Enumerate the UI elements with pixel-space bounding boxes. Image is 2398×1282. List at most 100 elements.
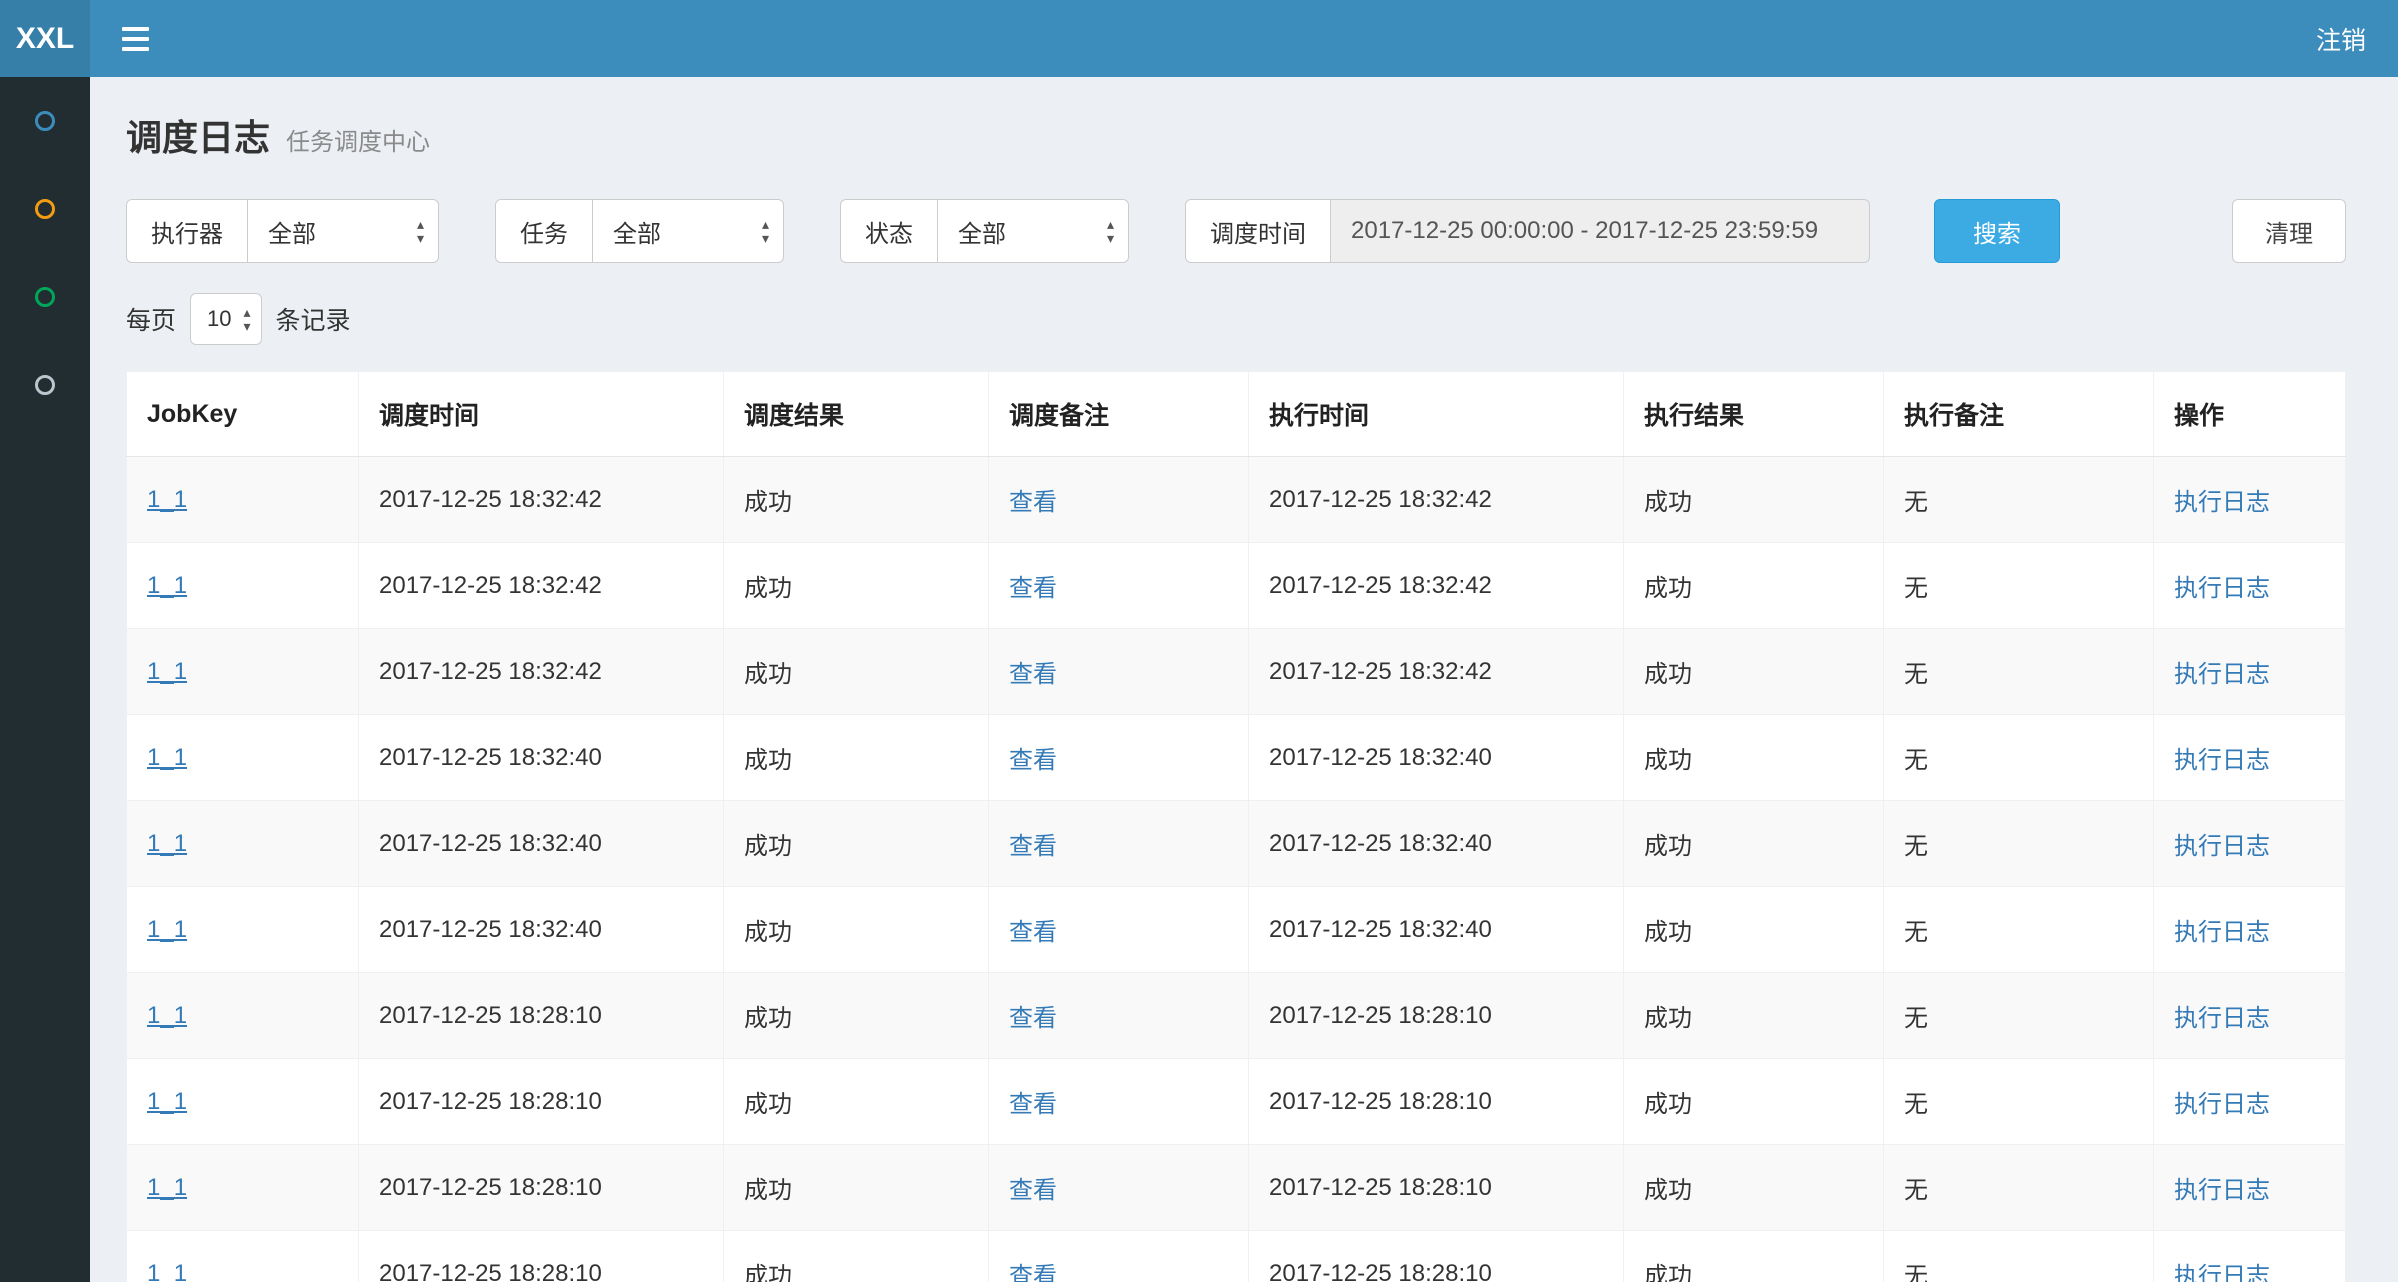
table-row: 1_12017-12-25 18:28:10成功查看2017-12-25 18:… bbox=[127, 973, 2346, 1059]
select-arrows-icon: ▴▾ bbox=[762, 217, 769, 245]
exec-log-link[interactable]: 执行日志 bbox=[2174, 1263, 2270, 1282]
trigger-msg-link-cell: 查看 bbox=[989, 1059, 1249, 1145]
trigger-result-cell: 成功 bbox=[724, 1231, 989, 1282]
job-key-link[interactable]: 1_1 bbox=[147, 572, 187, 599]
trigger-msg-link[interactable]: 查看 bbox=[1009, 919, 1057, 946]
exec-log-link-cell: 执行日志 bbox=[2154, 801, 2346, 887]
job-key-link-cell: 1_1 bbox=[127, 801, 359, 887]
handle-time-cell: 2017-12-25 18:32:40 bbox=[1249, 801, 1624, 887]
trigger-result-cell: 成功 bbox=[724, 457, 989, 543]
trigger-msg-link[interactable]: 查看 bbox=[1009, 747, 1057, 774]
job-key-link-cell: 1_1 bbox=[127, 629, 359, 715]
exec-log-link[interactable]: 执行日志 bbox=[2174, 1091, 2270, 1118]
table-row: 1_12017-12-25 18:28:10成功查看2017-12-25 18:… bbox=[127, 1145, 2346, 1231]
trigger-msg-link-cell: 查看 bbox=[989, 1231, 1249, 1282]
sidebar-item-3[interactable] bbox=[0, 253, 90, 341]
table-row: 1_12017-12-25 18:32:42成功查看2017-12-25 18:… bbox=[127, 629, 2346, 715]
trigger-result-cell: 成功 bbox=[724, 1145, 989, 1231]
handle-result-cell: 成功 bbox=[1624, 715, 1884, 801]
exec-log-link[interactable]: 执行日志 bbox=[2174, 575, 2270, 602]
trigger-msg-link[interactable]: 查看 bbox=[1009, 833, 1057, 860]
job-key-link[interactable]: 1_1 bbox=[147, 658, 187, 685]
select-arrows-icon: ▴▾ bbox=[417, 217, 424, 245]
circle-icon bbox=[35, 199, 55, 219]
exec-log-link[interactable]: 执行日志 bbox=[2174, 489, 2270, 516]
handle-msg-cell: 无 bbox=[1884, 715, 2154, 801]
job-key-link[interactable]: 1_1 bbox=[147, 486, 187, 513]
log-table-head: JobKey 调度时间 调度结果 调度备注 执行时间 执行结果 执行备注 操作 bbox=[127, 372, 2346, 457]
handle-msg-cell: 无 bbox=[1884, 1231, 2154, 1282]
table-header-row: JobKey 调度时间 调度结果 调度备注 执行时间 执行结果 执行备注 操作 bbox=[127, 372, 2346, 457]
status-select[interactable]: 全部 ▴▾ bbox=[937, 199, 1129, 263]
trigger-msg-link[interactable]: 查看 bbox=[1009, 661, 1057, 688]
trigger-time-range-input[interactable] bbox=[1330, 199, 1870, 263]
exec-log-link[interactable]: 执行日志 bbox=[2174, 1005, 2270, 1032]
circle-icon bbox=[35, 111, 55, 131]
job-key-link[interactable]: 1_1 bbox=[147, 1002, 187, 1029]
exec-log-link-cell: 执行日志 bbox=[2154, 715, 2346, 801]
job-key-link-cell: 1_1 bbox=[127, 715, 359, 801]
trigger-msg-link-cell: 查看 bbox=[989, 887, 1249, 973]
col-trigger-msg: 调度备注 bbox=[989, 372, 1249, 457]
job-key-link[interactable]: 1_1 bbox=[147, 916, 187, 943]
handle-time-cell: 2017-12-25 18:32:42 bbox=[1249, 457, 1624, 543]
exec-log-link[interactable]: 执行日志 bbox=[2174, 661, 2270, 688]
trigger-msg-link[interactable]: 查看 bbox=[1009, 1091, 1057, 1118]
handle-result-cell: 成功 bbox=[1624, 1059, 1884, 1145]
exec-log-link[interactable]: 执行日志 bbox=[2174, 747, 2270, 774]
executor-select[interactable]: 全部 ▴▾ bbox=[247, 199, 439, 263]
select-arrows-icon: ▴▾ bbox=[244, 305, 251, 333]
sidebar-item-1[interactable] bbox=[0, 77, 90, 165]
search-button[interactable]: 搜索 bbox=[1934, 199, 2060, 263]
trigger-msg-link-cell: 查看 bbox=[989, 973, 1249, 1059]
logo[interactable]: XXL bbox=[0, 0, 90, 77]
handle-result-cell: 成功 bbox=[1624, 629, 1884, 715]
job-key-link-cell: 1_1 bbox=[127, 973, 359, 1059]
trigger-msg-link[interactable]: 查看 bbox=[1009, 1177, 1057, 1204]
top-navbar: XXL 注销 bbox=[0, 0, 2398, 77]
page-size-select[interactable]: 10 ▴▾ bbox=[190, 293, 262, 345]
clear-button[interactable]: 清理 bbox=[2232, 199, 2346, 263]
trigger-msg-link[interactable]: 查看 bbox=[1009, 1005, 1057, 1032]
executor-filter-group: 执行器 全部 ▴▾ bbox=[126, 199, 439, 263]
page-size-prefix: 每页 bbox=[126, 301, 176, 337]
sidebar-item-4[interactable] bbox=[0, 341, 90, 429]
page-size-suffix: 条记录 bbox=[276, 301, 351, 337]
trigger-msg-link[interactable]: 查看 bbox=[1009, 1263, 1057, 1282]
job-filter-group: 任务 全部 ▴▾ bbox=[495, 199, 784, 263]
table-row: 1_12017-12-25 18:32:40成功查看2017-12-25 18:… bbox=[127, 715, 2346, 801]
log-table-body: 1_12017-12-25 18:32:42成功查看2017-12-25 18:… bbox=[127, 457, 2346, 1282]
job-key-link[interactable]: 1_1 bbox=[147, 1088, 187, 1115]
handle-result-cell: 成功 bbox=[1624, 543, 1884, 629]
job-key-link[interactable]: 1_1 bbox=[147, 1174, 187, 1201]
status-filter-group: 状态 全部 ▴▾ bbox=[840, 199, 1129, 263]
trigger-time-cell: 2017-12-25 18:32:42 bbox=[359, 457, 724, 543]
exec-log-link[interactable]: 执行日志 bbox=[2174, 919, 2270, 946]
handle-msg-cell: 无 bbox=[1884, 801, 2154, 887]
handle-time-cell: 2017-12-25 18:32:40 bbox=[1249, 715, 1624, 801]
sidebar-toggle-button[interactable] bbox=[90, 0, 181, 77]
job-key-link[interactable]: 1_1 bbox=[147, 1260, 187, 1282]
log-table: JobKey 调度时间 调度结果 调度备注 执行时间 执行结果 执行备注 操作 … bbox=[126, 371, 2346, 1282]
job-key-link-cell: 1_1 bbox=[127, 1059, 359, 1145]
job-key-link[interactable]: 1_1 bbox=[147, 744, 187, 771]
exec-log-link-cell: 执行日志 bbox=[2154, 543, 2346, 629]
logout-link[interactable]: 注销 bbox=[2316, 21, 2398, 57]
filter-row: 执行器 全部 ▴▾ 任务 全部 ▴▾ 状态 全部 ▴▾ bbox=[126, 199, 2346, 263]
trigger-time-cell: 2017-12-25 18:28:10 bbox=[359, 1231, 724, 1282]
trigger-msg-link-cell: 查看 bbox=[989, 1145, 1249, 1231]
trigger-msg-link-cell: 查看 bbox=[989, 801, 1249, 887]
sidebar-item-2[interactable] bbox=[0, 165, 90, 253]
trigger-msg-link[interactable]: 查看 bbox=[1009, 575, 1057, 602]
col-handle-msg: 执行备注 bbox=[1884, 372, 2154, 457]
trigger-msg-link[interactable]: 查看 bbox=[1009, 489, 1057, 516]
table-row: 1_12017-12-25 18:32:42成功查看2017-12-25 18:… bbox=[127, 543, 2346, 629]
job-select[interactable]: 全部 ▴▾ bbox=[592, 199, 784, 263]
trigger-msg-link-cell: 查看 bbox=[989, 457, 1249, 543]
exec-log-link[interactable]: 执行日志 bbox=[2174, 833, 2270, 860]
table-row: 1_12017-12-25 18:32:40成功查看2017-12-25 18:… bbox=[127, 887, 2346, 973]
trigger-time-cell: 2017-12-25 18:28:10 bbox=[359, 973, 724, 1059]
trigger-result-cell: 成功 bbox=[724, 801, 989, 887]
job-key-link[interactable]: 1_1 bbox=[147, 830, 187, 857]
exec-log-link[interactable]: 执行日志 bbox=[2174, 1177, 2270, 1204]
